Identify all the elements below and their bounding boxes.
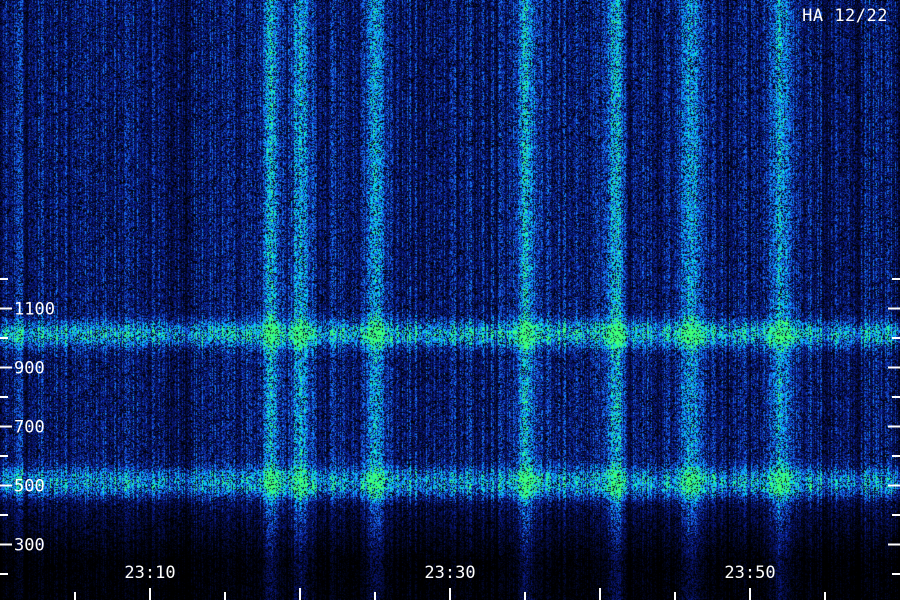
x-axis: 23:10 23:30 23:50 (74, 563, 826, 600)
x-tick-label: 23:50 (724, 563, 775, 583)
y-tick-label: 1100 (14, 300, 55, 320)
station-label: HA 12/22 (802, 6, 888, 26)
y-tick-label: 300 (14, 536, 45, 556)
x-tick-label: 23:10 (124, 563, 175, 583)
axis-overlay: 1100 900 700 500 300 23:10 23:30 23:50 (0, 278, 900, 600)
y-tick-label: 900 (14, 359, 45, 379)
y-tick-label: 500 (14, 477, 45, 497)
x-tick-label: 23:30 (424, 563, 475, 583)
y-axis: 1100 900 700 500 300 (0, 278, 900, 575)
y-tick-label: 700 (14, 418, 45, 438)
